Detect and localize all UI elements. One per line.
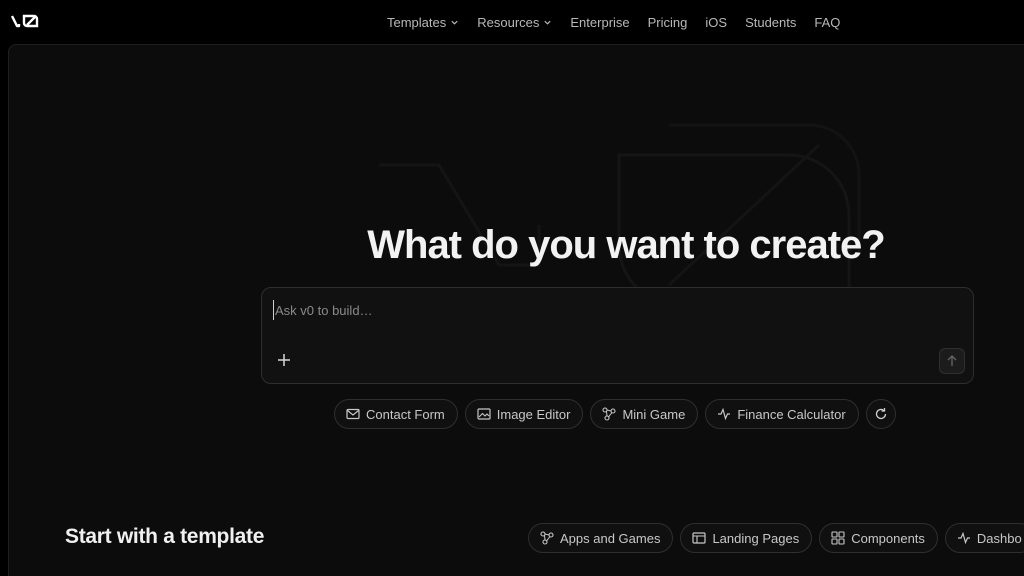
templates-section-title: Start with a template (65, 525, 265, 548)
activity-icon (718, 408, 731, 420)
prompt-input[interactable] (273, 300, 913, 320)
nav-ios-label: iOS (705, 14, 728, 30)
nav-students[interactable]: Students (745, 15, 796, 30)
mail-icon (346, 408, 360, 420)
nav-enterprise[interactable]: Enterprise (570, 15, 629, 30)
arrow-up-icon (947, 355, 957, 366)
image-icon (477, 408, 491, 420)
nav-resources[interactable]: Resources (477, 15, 552, 30)
chevron-down-icon (544, 20, 552, 25)
activity-icon (957, 532, 970, 544)
suggestion-contact-form[interactable]: Contact Form (334, 399, 458, 429)
page-title: What do you want to create? (367, 223, 885, 267)
suggestion-label: Image Editor (496, 406, 571, 422)
nav-faq-label: FAQ (814, 14, 841, 30)
category-dashboards[interactable]: Dashbo (944, 523, 1024, 553)
category-label: Landing Pages (712, 530, 800, 546)
nav-faq[interactable]: FAQ (814, 15, 840, 30)
nav-ios[interactable]: iOS (705, 15, 727, 30)
nodes-icon (602, 407, 617, 421)
category-label: Components (851, 530, 925, 546)
nav-pricing[interactable]: Pricing (648, 15, 688, 30)
suggestion-mini-game[interactable]: Mini Game (590, 399, 699, 429)
refresh-suggestions-button[interactable] (865, 399, 896, 429)
top-navigation-bar: Templates Resources Enterprise Pricing i… (0, 0, 1024, 44)
suggestion-label: Mini Game (622, 406, 686, 422)
nav-templates-label: Templates (387, 14, 447, 30)
template-category-chips: Apps and Games Landing Pages Components … (528, 523, 1024, 553)
chevron-down-icon (451, 20, 458, 25)
suggestion-chips: Contact Form Image Editor Mini Game Fina… (334, 399, 896, 429)
refresh-icon (875, 408, 886, 420)
prompt-box (261, 287, 974, 384)
nav-pricing-label: Pricing (647, 14, 688, 30)
plus-icon (278, 354, 290, 366)
category-label: Dashbo (976, 530, 1022, 546)
nav-templates[interactable]: Templates (387, 15, 459, 30)
category-apps-and-games[interactable]: Apps and Games (528, 523, 674, 553)
send-button[interactable] (939, 348, 965, 374)
suggestion-label: Contact Form (366, 406, 445, 422)
category-components[interactable]: Components (819, 523, 938, 553)
main-panel: What do you want to create? Contact Form… (8, 44, 1024, 576)
grid-icon (831, 531, 845, 545)
suggestion-finance-calculator[interactable]: Finance Calculator (705, 399, 859, 429)
category-landing-pages[interactable]: Landing Pages (680, 523, 813, 553)
nav-students-label: Students (745, 14, 797, 30)
v0-watermark (379, 123, 861, 305)
suggestion-label: Finance Calculator (737, 406, 846, 422)
suggestion-image-editor[interactable]: Image Editor (464, 399, 584, 429)
nodes-icon (540, 531, 554, 545)
v0-logo[interactable] (11, 13, 39, 29)
nav-enterprise-label: Enterprise (570, 14, 630, 30)
main-nav: Templates Resources Enterprise Pricing i… (387, 0, 858, 44)
nav-resources-label: Resources (477, 14, 540, 30)
layout-icon (692, 532, 707, 544)
add-attachment-button[interactable] (274, 350, 294, 370)
category-label: Apps and Games (560, 530, 661, 546)
